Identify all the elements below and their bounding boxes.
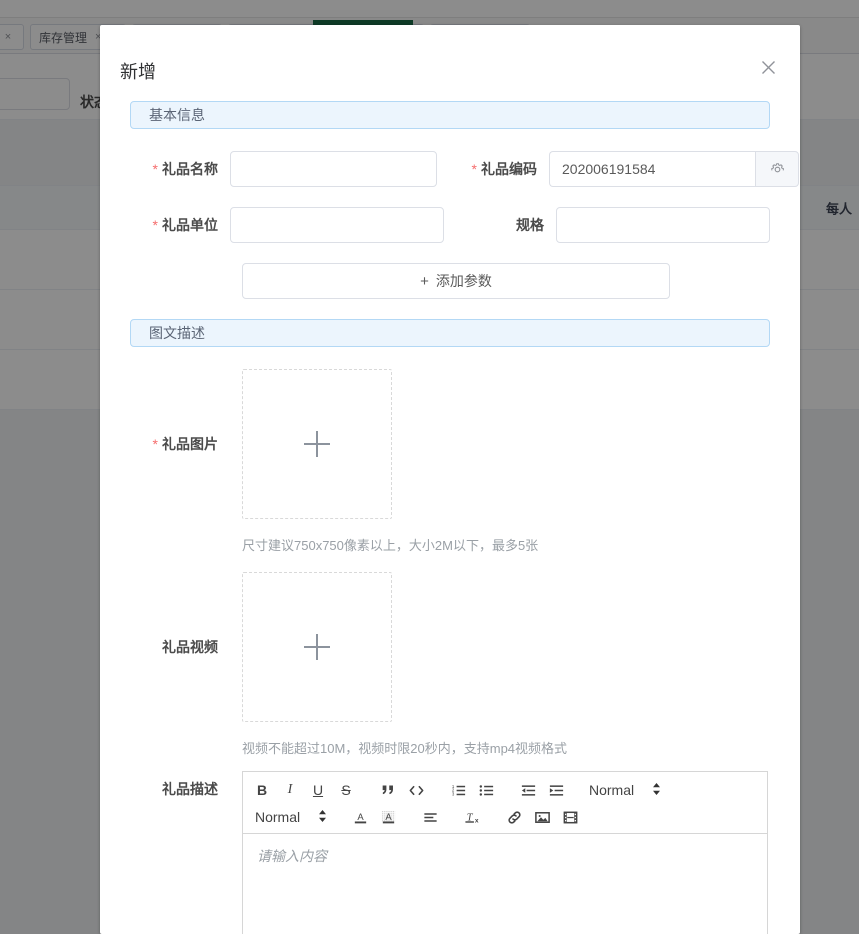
svg-text:A: A [385, 811, 392, 822]
gift-unit-label: 礼品单位 [130, 207, 230, 243]
blockquote-icon[interactable] [375, 779, 401, 801]
plus-icon [304, 634, 330, 660]
outdent-icon[interactable] [515, 779, 541, 801]
gift-video-label: 礼品视频 [162, 639, 218, 655]
gift-desc-placeholder: 请输入内容 [257, 848, 327, 864]
gift-desc-editable-area[interactable]: 请输入内容 [243, 834, 767, 934]
section-header-media-desc-label: 图文描述 [149, 325, 205, 341]
svg-text:A: A [357, 811, 364, 822]
add-param-button[interactable]: + 添加参数 [242, 263, 670, 299]
strike-icon[interactable]: S [333, 779, 359, 801]
plus-icon [304, 431, 330, 457]
dialog-header: 新增 [100, 25, 800, 82]
close-icon[interactable] [756, 55, 780, 79]
gear-icon[interactable] [755, 151, 799, 187]
editor-toolbar-row-2: Normal A A T x [249, 805, 761, 829]
gift-code-input-group [549, 151, 799, 187]
gift-unit-input[interactable] [230, 207, 444, 243]
code-block-icon[interactable] [403, 779, 429, 801]
gift-image-label: 礼品图片 [130, 369, 230, 519]
form-row-unit-spec: 礼品单位 规格 [130, 207, 770, 243]
italic-icon[interactable]: I [277, 779, 303, 801]
spec-input[interactable] [556, 207, 770, 243]
underline-icon[interactable]: U [305, 779, 331, 801]
gift-image-upload-box[interactable] [242, 369, 392, 519]
section-header-basic-info: 基本信息 [130, 101, 770, 129]
header-picker[interactable]: Normal [585, 779, 665, 801]
image-icon[interactable] [529, 806, 555, 828]
section-header-media-desc: 图文描述 [130, 319, 770, 347]
editor-toolbar: B I U S 1 2 3 Normal Normal A A T x [243, 772, 767, 834]
svg-text:3: 3 [451, 791, 454, 796]
add-gift-dialog: 新增 基本信息 礼品名称 礼品编码 [100, 25, 800, 934]
section-header-basic-info-label: 基本信息 [149, 107, 205, 123]
editor-toolbar-row-1: B I U S 1 2 3 Normal [249, 778, 761, 802]
link-icon[interactable] [501, 806, 527, 828]
font-size-picker[interactable]: Normal [249, 806, 331, 828]
gift-name-label: 礼品名称 [130, 151, 230, 187]
gift-video-upload-box[interactable] [242, 572, 392, 722]
clear-format-icon[interactable]: T x [459, 806, 485, 828]
bullet-list-icon[interactable] [473, 779, 499, 801]
gift-image-upload-col: 尺寸建议750x750像素以上，大小2M以下，最多5张 [242, 369, 538, 554]
bold-icon[interactable]: B [249, 779, 275, 801]
gift-name-input[interactable] [230, 151, 437, 187]
spec-label: 规格 [516, 217, 544, 233]
form-row-gift-image: 礼品图片 尺寸建议750x750像素以上，大小2M以下，最多5张 [130, 369, 770, 554]
background-color-icon[interactable]: A [375, 806, 401, 828]
chevron-updown-icon [652, 782, 661, 799]
svg-text:x: x [475, 817, 479, 824]
form-row-name-code: 礼品名称 礼品编码 [130, 151, 799, 187]
gift-video-hint: 视频不能超过10M，视频时限20秒内，支持mp4视频格式 [242, 741, 568, 756]
gift-video-upload-col: 视频不能超过10M，视频时限20秒内，支持mp4视频格式 [242, 572, 567, 757]
form-row-gift-desc: 礼品描述 B I U S 1 2 3 Normal Normal A A T x… [130, 771, 770, 934]
text-color-icon[interactable]: A [347, 806, 373, 828]
gift-desc-label: 礼品描述 [162, 781, 218, 797]
rich-text-editor: B I U S 1 2 3 Normal Normal A A T x 请输入内… [242, 771, 768, 934]
form-row-gift-video: 礼品视频 视频不能超过10M，视频时限20秒内，支持mp4视频格式 [130, 572, 770, 757]
add-param-button-label: 添加参数 [435, 273, 492, 289]
gift-code-label: 礼品编码 [449, 151, 549, 187]
field-gift-name: 礼品名称 [130, 151, 437, 187]
field-gift-code: 礼品编码 [449, 151, 799, 187]
plus-icon: + [420, 272, 429, 290]
form-row-add-param: + 添加参数 [130, 263, 770, 299]
align-icon[interactable] [417, 806, 443, 828]
gift-code-input[interactable] [549, 151, 755, 187]
field-spec: 规格 [456, 207, 770, 243]
gift-image-hint: 尺寸建议750x750像素以上，大小2M以下，最多5张 [242, 538, 539, 553]
field-gift-unit: 礼品单位 [130, 207, 444, 243]
indent-icon[interactable] [543, 779, 569, 801]
font-size-picker-value: Normal [255, 809, 301, 825]
label-spacer [130, 263, 230, 299]
chevron-updown-icon [318, 809, 327, 826]
video-icon[interactable] [557, 806, 583, 828]
ordered-list-icon[interactable]: 123 [445, 779, 471, 801]
dialog-body: 基本信息 礼品名称 礼品编码 [100, 81, 800, 934]
header-picker-value: Normal [589, 782, 635, 798]
